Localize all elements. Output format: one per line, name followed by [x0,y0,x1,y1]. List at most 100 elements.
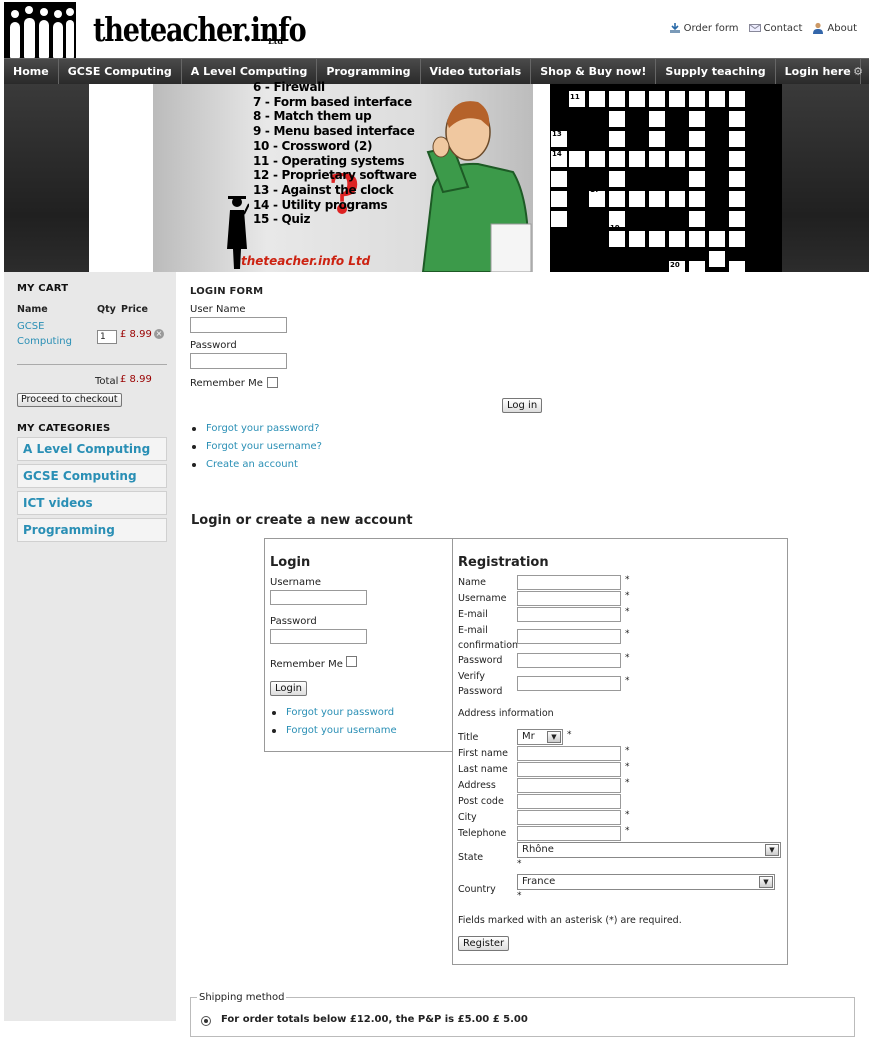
shipping-option-label: For order totals below £12.00, the P&P i… [221,1014,528,1025]
create-account-link[interactable]: Create an account [190,458,322,476]
log-in-button[interactable]: Log in [502,398,543,413]
contact-link[interactable]: Contact [748,22,803,34]
login-password-label: Password [270,616,317,627]
login-username-input[interactable] [270,590,367,605]
gear-icon[interactable]: ⚙ [853,65,863,78]
required-fields-note: Fields marked with an asterisk (*) are r… [458,915,682,926]
cart-total-value: £ 8.99 [120,374,152,385]
reg-telephone-input[interactable] [517,826,621,841]
banner-list-item: 6 - Firewall [253,80,325,94]
required-asterisk: * [625,629,630,639]
nav-shop[interactable]: Shop & Buy now! [531,59,657,84]
category-programming[interactable]: Programming [17,518,167,542]
proceed-to-checkout-button[interactable]: Proceed to checkout [17,393,122,407]
shipping-method-legend: Shipping method [197,992,287,1003]
login-links: Forgot your password? Forgot your userna… [190,422,322,476]
password-input[interactable] [190,353,287,369]
reg-password-label: Password [458,655,503,666]
sidebar: MY CART Name Qty Price GCSE Computing 1 … [4,272,176,1021]
reg-last-name-label: Last name [458,764,508,775]
banner-list-item: 8 - Match them up [253,109,372,124]
forgot-username-link[interactable]: Forgot your username? [190,440,322,458]
contact-label: Contact [763,22,803,34]
top-links: Order form Contact About [669,22,857,34]
nav-supply-teaching[interactable]: Supply teaching [656,59,776,84]
forgot-password-link[interactable]: Forgot your password [270,706,397,724]
reg-title-label: Title [458,732,479,743]
reg-email-confirm-label: E-mail confirmation [458,625,519,651]
category-gcse-computing[interactable]: GCSE Computing [17,464,167,488]
reg-country-label: Country [458,884,496,895]
reg-address-input[interactable] [517,778,621,793]
nav-login-here[interactable]: Login here [776,59,861,84]
reg-username-input[interactable] [517,591,621,606]
country-select[interactable]: France ▼ [517,874,775,890]
download-icon [669,23,680,33]
state-select[interactable]: Rhône ▼ [517,842,781,858]
login-remember-checkbox[interactable] [346,656,357,667]
about-link[interactable]: About [812,22,857,34]
site-header: theteacher.info Ltd Order form Contact A… [0,0,869,58]
nav-home[interactable]: Home [4,59,59,84]
chevron-down-icon: ▼ [765,844,779,856]
banner-list-item: 9 - Menu based interface [253,124,415,139]
reg-address-label: Address [458,780,496,791]
chevron-down-icon: ▼ [547,731,561,743]
logo-ltd: Ltd [268,36,283,46]
nav-video-tutorials[interactable]: Video tutorials [421,59,532,84]
main-nav: Home GCSE Computing A Level Computing Pr… [4,58,869,84]
nav-gcse-computing[interactable]: GCSE Computing [59,59,182,84]
category-ict-videos[interactable]: ICT videos [17,491,167,515]
login-box-links: Forgot your password Forgot your usernam… [270,706,397,742]
reg-last-name-input[interactable] [517,762,621,777]
reg-name-input[interactable] [517,575,621,590]
login-form-title: LOGIN FORM [190,286,264,297]
reg-password-input[interactable] [517,653,621,668]
login-remember-label: Remember Me [270,659,343,670]
required-asterisk: * [625,575,630,585]
reg-email-confirm-input[interactable] [517,629,621,644]
cart-qty-input[interactable]: 1 [97,330,117,344]
reg-city-label: City [458,812,477,823]
reg-first-name-input[interactable] [517,746,621,761]
login-button[interactable]: Login [270,681,307,696]
banner: ? 6 - Firewall 7 - Form based interface … [4,80,869,272]
banner-image: ? 6 - Firewall 7 - Form based interface … [89,80,782,272]
shipping-method-fieldset: Shipping method For order totals below £… [190,992,855,1037]
required-asterisk: * [517,891,522,901]
forgot-password-link[interactable]: Forgot your password? [190,422,322,440]
state-select-value: Rhône [522,844,554,855]
banner-list-item: 10 - Crossword (2) [253,138,373,153]
forgot-username-link[interactable]: Forgot your username [270,724,397,742]
reg-post-code-input[interactable] [517,794,621,809]
remember-me-checkbox[interactable] [267,377,278,388]
crossword-grid: 11 13 14 17 19 20 [550,84,782,272]
remember-me-label: Remember Me [190,378,263,389]
cart-total-label: Total [95,376,119,387]
reg-email-label: E-mail [458,609,488,620]
required-asterisk: * [625,778,630,788]
cart-title: MY CART [17,283,69,294]
country-select-value: France [522,876,556,887]
reg-city-input[interactable] [517,810,621,825]
username-input[interactable] [190,317,287,333]
cart-item-link[interactable]: GCSE Computing [17,319,72,349]
reg-verify-password-input[interactable] [517,676,621,691]
crossword-number: 20 [670,261,680,269]
login-password-input[interactable] [270,629,367,644]
register-button[interactable]: Register [458,936,510,951]
reg-email-input[interactable] [517,607,621,622]
required-asterisk: * [517,859,522,869]
crossword-number: 11 [570,93,580,101]
remove-icon[interactable]: × [154,329,164,339]
logo-silhouettes[interactable] [4,2,76,58]
user-icon [813,22,824,34]
category-a-level-computing[interactable]: A Level Computing [17,437,167,461]
title-select[interactable]: Mr ▼ [517,729,563,745]
required-asterisk: * [625,762,630,772]
shipping-option-radio[interactable] [201,1016,211,1026]
banner-worksheet: ? 6 - Firewall 7 - Form based interface … [153,80,533,272]
order-form-link[interactable]: Order form [669,22,739,34]
mail-icon [748,24,761,32]
reg-verify-password-label: Verify Password [458,671,503,697]
